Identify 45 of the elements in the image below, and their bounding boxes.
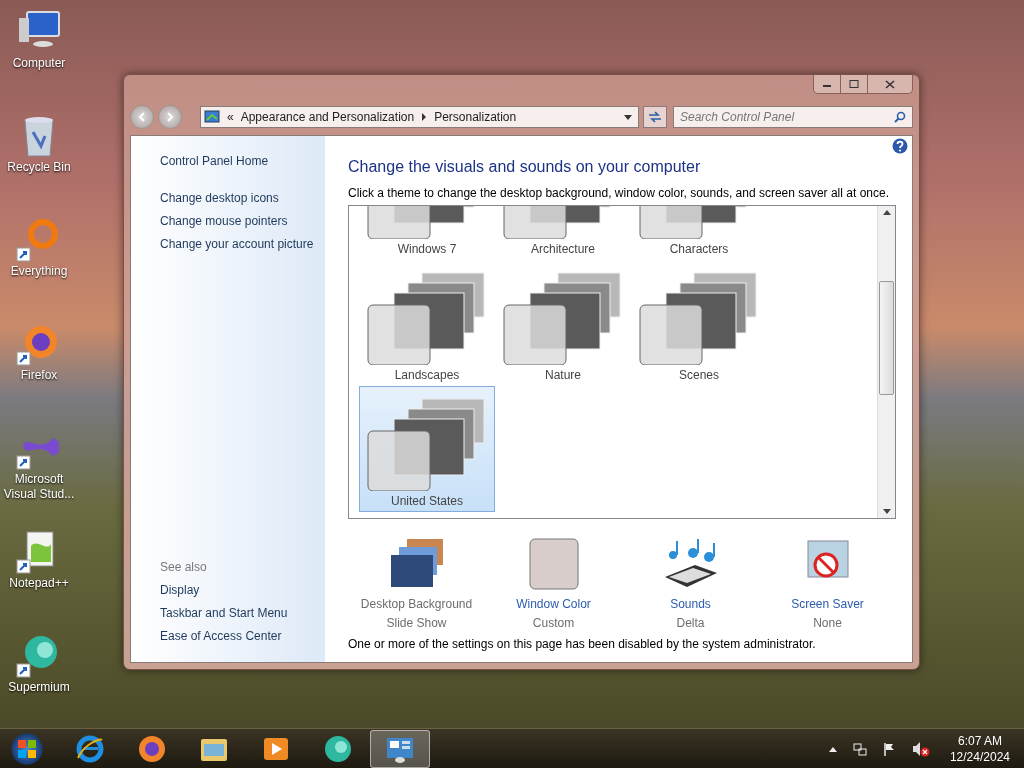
theme-name: Architecture	[531, 242, 595, 256]
search-field[interactable]: Search Control Panel	[673, 106, 913, 128]
sidebar-link[interactable]: Change your account picture	[160, 233, 325, 256]
theme-tile[interactable]: Landscapes	[359, 260, 495, 386]
setting-value: Delta	[676, 615, 705, 632]
desktop-icon-label[interactable]: Computer	[0, 56, 78, 71]
setting-link[interactable]: Window Color	[516, 595, 591, 613]
overflow-chevron[interactable]: «	[227, 110, 234, 124]
theme-tile[interactable]: Architecture	[495, 206, 631, 260]
setting-value: Slide Show	[386, 615, 447, 632]
sidebar-link[interactable]: Taskbar and Start Menu	[160, 602, 325, 625]
setting-link[interactable]: Sounds	[670, 595, 711, 613]
breadcrumb[interactable]: Appearance and Personalization	[240, 110, 415, 124]
theme-name: Windows 7	[397, 242, 457, 256]
instruction-text: Click a theme to change the desktop background, window color, sounds, and screen saver all at once.	[348, 186, 890, 200]
theme-tile[interactable]: Windows 7	[359, 206, 495, 260]
see-also-heading: See also	[160, 559, 208, 576]
sidebar-link[interactable]: Control Panel Home	[160, 150, 325, 173]
page-heading: Change the visuals and sounds on your computer	[348, 158, 702, 176]
theme-name: United States	[390, 494, 463, 508]
theme-name: Scenes	[679, 368, 719, 382]
setting-value: None	[813, 615, 842, 632]
notice-text: One or more of the settings on this page has been disabled by the system administrator.	[348, 637, 817, 651]
desktop-icon-label[interactable]: Microsoft Visual Stud...	[0, 472, 78, 502]
desktop-icon-label[interactable]: Supermium	[0, 680, 78, 695]
theme-name: Characters	[669, 242, 729, 256]
theme-tile[interactable]: Scenes	[631, 260, 767, 386]
sidebar-link[interactable]: Ease of Access Center	[160, 625, 325, 648]
theme-name: Landscapes	[394, 368, 460, 382]
desktop-icon-label[interactable]: Firefox	[0, 368, 78, 383]
sidebar-link[interactable]: Display	[160, 579, 325, 602]
theme-tile[interactable]: Nature	[495, 260, 631, 386]
sidebar-link[interactable]: Change desktop icons	[160, 187, 325, 210]
breadcrumb[interactable]: Personalization	[434, 110, 517, 124]
setting-value: Custom	[532, 615, 575, 632]
setting-link[interactable]: Screen Saver	[791, 595, 864, 613]
clock-date[interactable]: 12/24/2024	[949, 748, 1010, 765]
theme-name: Nature	[545, 368, 581, 382]
theme-tile[interactable]: Characters	[631, 206, 767, 260]
address-bar[interactable]: « Appearance and Personalization Personalization	[200, 106, 639, 128]
sidebar-link[interactable]: Change mouse pointers	[160, 210, 325, 233]
theme-tile[interactable]: United States	[359, 386, 495, 512]
desktop-icon-label[interactable]: Recycle Bin	[0, 160, 78, 175]
desktop-icon-label[interactable]: Notepad++	[0, 576, 78, 591]
clock-time[interactable]: 6:07 AM	[957, 732, 1002, 749]
